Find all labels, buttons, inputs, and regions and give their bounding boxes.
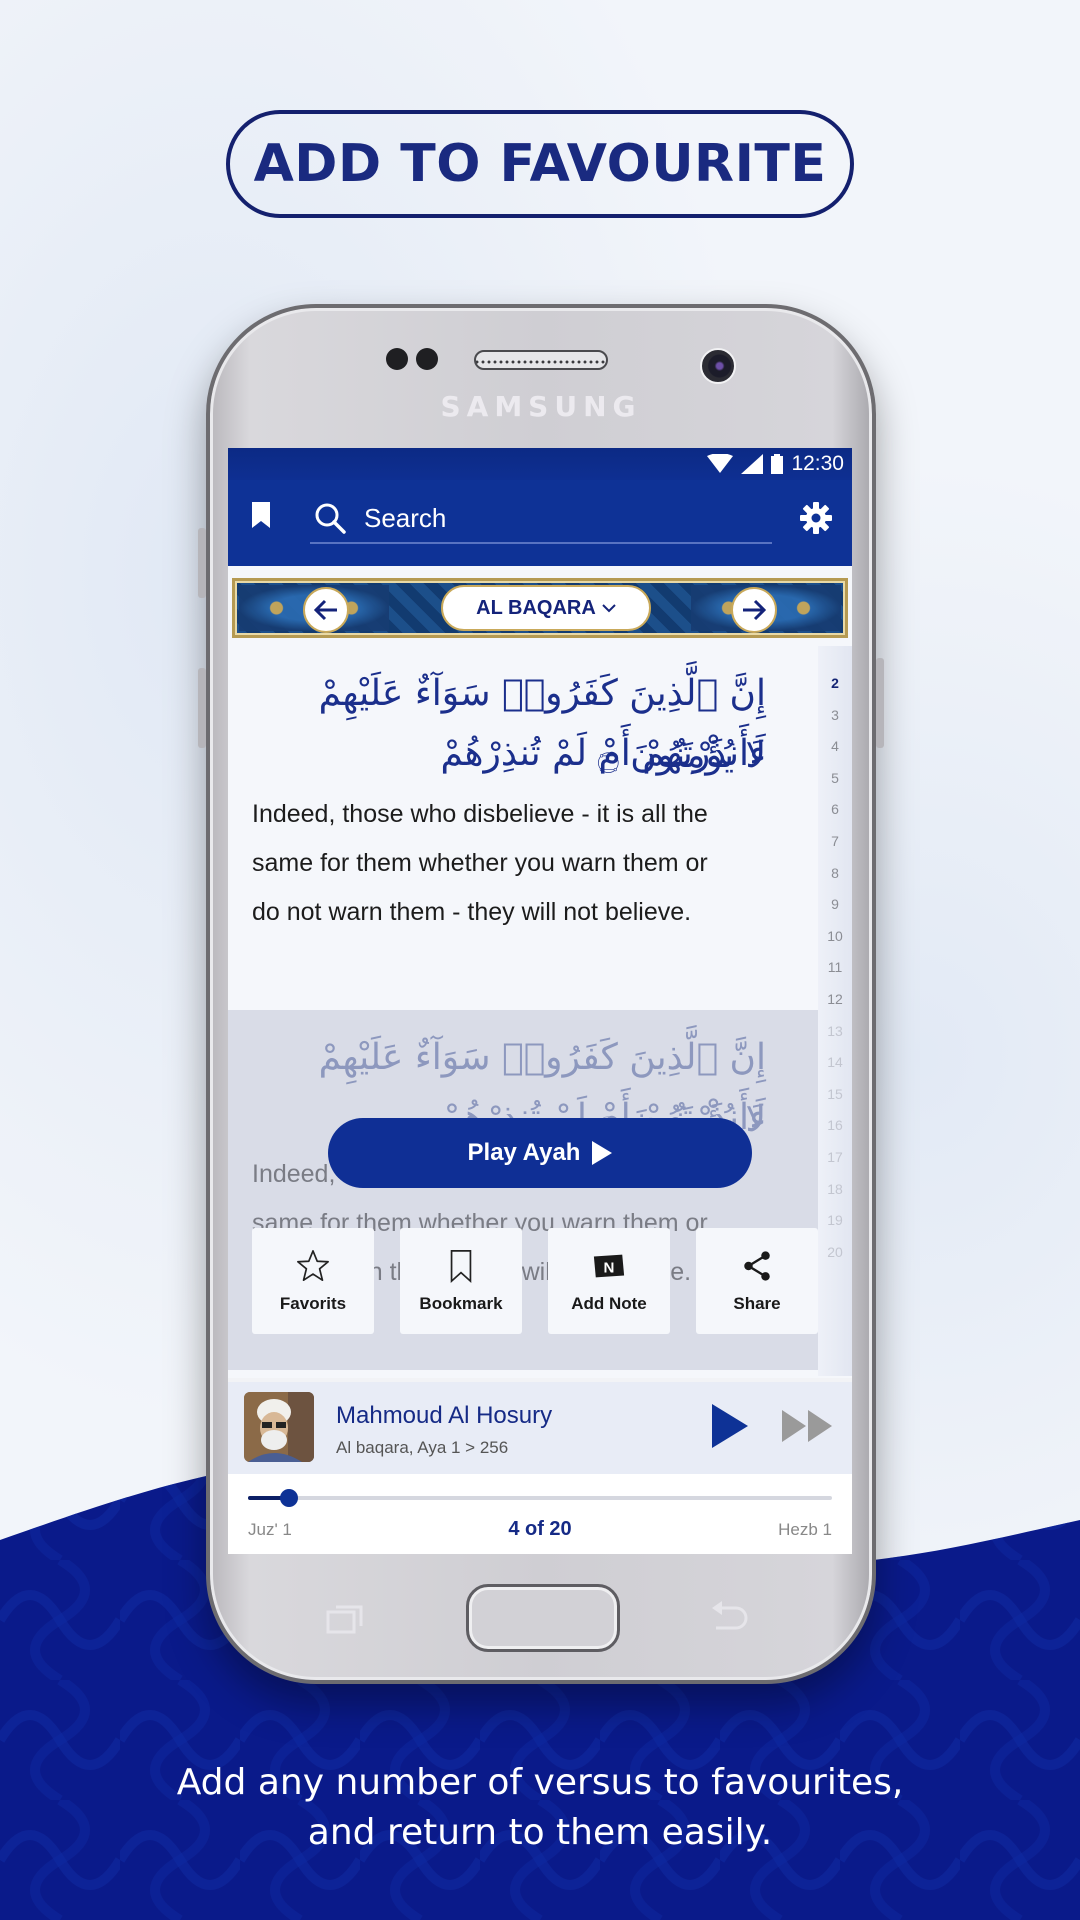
recents-icon[interactable] (326, 1604, 364, 1634)
recitation-range: Al baqara, Aya 1 > 256 (336, 1438, 509, 1457)
ayah-index-number[interactable]: 17 (827, 1142, 843, 1174)
status-time: 12:30 (791, 452, 844, 475)
wifi-icon (707, 454, 734, 473)
ayah-index-number[interactable]: 6 (831, 794, 839, 826)
surah-name-label: AL BAQARA (476, 596, 596, 619)
home-button[interactable] (466, 1584, 620, 1652)
prev-surah-button[interactable] (303, 587, 349, 633)
ayah-index-number[interactable]: 4 (831, 731, 839, 763)
reciter-name: Mahmoud Al Hosury (336, 1402, 553, 1429)
surah-selector[interactable]: AL BAQARA (441, 585, 651, 631)
volume-button (198, 528, 206, 598)
hezb-label: Hezb 1 (778, 1520, 832, 1539)
add-note-action[interactable]: N Add Note (548, 1228, 670, 1334)
action-label: Bookmark (419, 1294, 503, 1313)
action-label: Favorits (279, 1294, 347, 1313)
caption-line: Add any number of versus to favourites, (176, 1762, 904, 1803)
bookmark-outline-icon (450, 1250, 472, 1284)
caption-line: and return to them easily. (307, 1812, 773, 1853)
play-ayah-label: Play Ayah (467, 1139, 581, 1166)
battery-icon (771, 454, 784, 474)
search-bar[interactable] (310, 494, 772, 544)
ayah-index-number[interactable]: 12 (827, 984, 843, 1016)
ayah-index-number[interactable]: 10 (827, 921, 843, 953)
app-bar (228, 480, 852, 566)
play-icon[interactable] (710, 1402, 750, 1450)
ayah-index-number[interactable]: 16 (827, 1110, 843, 1142)
arrow-right-icon (743, 599, 767, 621)
share-icon (744, 1251, 770, 1281)
ayah-index-number[interactable]: 15 (827, 1079, 843, 1111)
search-icon (315, 503, 346, 534)
search-input[interactable] (364, 502, 744, 534)
ayah-index-number[interactable]: 14 (827, 1047, 843, 1079)
progress-thumb[interactable] (279, 1489, 298, 1507)
sensor-icon (386, 348, 408, 370)
back-icon[interactable] (710, 1600, 750, 1634)
ayah-index-number[interactable]: 7 (831, 826, 839, 858)
ayah-index-number[interactable]: 20 (827, 1237, 843, 1269)
ayah-index-number[interactable]: 18 (827, 1174, 843, 1206)
ayah-index-number[interactable]: 13 (827, 1016, 843, 1048)
status-bar: 12:30 (228, 448, 852, 480)
note-icon: N (593, 1254, 625, 1278)
arabic-line: لَا يُؤْمِنُونَ ۝ (597, 735, 766, 776)
ayah-index-number[interactable]: 8 (831, 858, 839, 890)
progress-track[interactable] (248, 1489, 832, 1507)
sensor-icon (416, 348, 438, 370)
audio-player: Mahmoud Al Hosury Al baqara, Aya 1 > 256 (228, 1378, 852, 1474)
action-label: Add Note (571, 1294, 647, 1313)
favorites-action[interactable]: Favorits (252, 1228, 374, 1334)
note-icon-glyph: N (604, 1260, 615, 1277)
page-count: 4 of 20 (508, 1518, 572, 1540)
verse-actions: Favorits Bookmark N Add Note Share (252, 1228, 818, 1334)
signal-icon (741, 454, 764, 474)
earpiece-speaker (474, 350, 608, 370)
star-icon (297, 1250, 329, 1282)
fast-forward-icon[interactable] (782, 1408, 834, 1444)
front-camera-icon (700, 348, 736, 384)
translation-line: Indeed, those who disbelieve - it is all… (252, 800, 708, 828)
gear-icon[interactable] (800, 502, 832, 534)
power-button (876, 658, 884, 748)
ayah-index-number[interactable]: 2 (831, 668, 839, 700)
reading-progress: Juz' 1 4 of 20 Hezb 1 (228, 1474, 852, 1554)
app-screen: 12:30 Search AL BAQARA إِنَّ ٱلَّذِينَ ك… (228, 448, 852, 1554)
device-brand: SAMSUNG (440, 390, 642, 423)
headline-pill: ADD TO FAVOURITE (226, 110, 854, 218)
chevron-down-icon (602, 604, 616, 613)
action-label: Share (733, 1294, 781, 1313)
ayah-index-number[interactable]: 3 (831, 700, 839, 732)
ayah-index-number[interactable]: 11 (828, 952, 843, 984)
share-action[interactable]: Share (696, 1228, 818, 1334)
translation-line: do not warn them - they will not believe… (252, 898, 692, 926)
play-icon (592, 1141, 613, 1165)
promo-caption: Add any number of versus to favourites, … (0, 1758, 1080, 1858)
reciter-avatar (244, 1392, 314, 1462)
next-surah-button[interactable] (731, 587, 777, 633)
play-ayah-button[interactable]: Play Ayah (328, 1118, 752, 1188)
surah-navigation: AL BAQARA (232, 578, 848, 638)
ayah-index-scroller[interactable]: 2 3 4 5 6 7 8 9 10 11 12 13 14 15 16 17 18 19 20 (818, 646, 852, 1376)
ayah-index-number[interactable]: 9 (831, 889, 839, 921)
headline-text: ADD TO FAVOURITE (253, 134, 827, 194)
bookmark-icon[interactable] (252, 502, 270, 528)
translation-line: same for them whether you warn them or (252, 849, 708, 877)
ayah-index-number[interactable]: 19 (827, 1205, 843, 1237)
bookmark-action[interactable]: Bookmark (400, 1228, 522, 1334)
ayah-index-number[interactable]: 5 (831, 763, 839, 795)
arrow-left-icon (313, 599, 337, 621)
volume-button (198, 668, 206, 748)
verse-card[interactable]: إِنَّ ٱلَّذِينَ كَفَرُوا۟ سَوَآءٌ عَلَيْ… (228, 646, 824, 1010)
